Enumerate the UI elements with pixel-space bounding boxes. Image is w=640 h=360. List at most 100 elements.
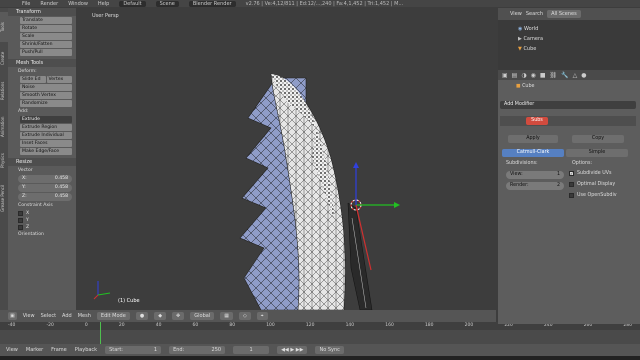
layers-tab-icon[interactable]: ▤ [512, 72, 518, 79]
menu-add[interactable]: Add [62, 313, 72, 319]
start-frame-value: 1 [153, 347, 158, 353]
data-tab-icon[interactable]: △ [573, 72, 578, 79]
transform-panel-header[interactable]: Transform [8, 8, 76, 16]
vector-x-axis: X: [22, 176, 27, 181]
render-levels-label: Render: [510, 183, 529, 188]
menu-view[interactable]: View [23, 313, 35, 319]
timeline-menu-view[interactable]: View [6, 347, 18, 353]
outliner-search-tab[interactable]: Search [526, 11, 543, 17]
tab-tools[interactable]: Tools [0, 12, 8, 42]
modifier-name-field[interactable]: Subs [526, 117, 548, 125]
outliner-scope-select[interactable]: All Scenes [547, 10, 581, 18]
editor-type-icon[interactable]: ▣ [8, 312, 17, 320]
modifiers-tab-icon[interactable]: 🔧 [561, 72, 568, 79]
vector-z-field[interactable]: Z: 0.458 [18, 193, 72, 201]
menu-render[interactable]: Render [40, 1, 58, 7]
tab-animation[interactable]: Animation [0, 110, 8, 144]
manipulator-toggle-icon[interactable]: ✥ [172, 312, 185, 320]
simple-button[interactable]: Simple [566, 149, 628, 157]
render-engine-select[interactable]: Blender Render [188, 0, 236, 7]
outliner-view-tab[interactable]: View [510, 11, 522, 17]
mesh-tools-panel-header[interactable]: Mesh Tools [8, 59, 76, 67]
select-mode-icon[interactable]: ◇ [238, 312, 251, 320]
catmull-clark-button[interactable]: Catmull-Clark [502, 149, 564, 157]
menu-select[interactable]: Select [41, 313, 56, 319]
start-frame-field[interactable]: Start: 1 [105, 346, 162, 354]
options-label: Options: [572, 161, 593, 166]
render-levels-field[interactable]: Render: 2 [506, 182, 564, 190]
tab-relations[interactable]: Relations [0, 74, 8, 108]
end-frame-field[interactable]: End: 250 [169, 346, 226, 354]
use-opensubdiv-checkbox[interactable]: Use OpenSubdiv [569, 193, 617, 198]
info-header: File Render Window Help Default Scene Bl… [0, 0, 640, 7]
outliner-item-camera[interactable]: ▶ Camera [518, 36, 543, 42]
inset-faces-button[interactable]: Inset Faces [20, 140, 72, 147]
play-controls-icon[interactable]: ◀◀ ▶ ▶▶ [277, 346, 308, 354]
3d-viewport[interactable] [76, 8, 496, 310]
tab-grease-pencil[interactable]: Grease Pencil [0, 178, 8, 218]
mode-select[interactable]: Edit Mode [96, 312, 130, 320]
tab-physics[interactable]: Physics [0, 146, 8, 176]
shrink-fatten-button[interactable]: Shrink/Fatten [20, 41, 72, 48]
copy-button[interactable]: Copy [572, 135, 624, 143]
sync-select[interactable]: No Sync [315, 346, 344, 354]
menu-mesh[interactable]: Mesh [78, 313, 91, 319]
scene-stats: v2.76 | Ve:4,12/811 | Ed:12/...,240 | Fa… [245, 0, 404, 7]
constraints-tab-icon[interactable]: ⛓ [550, 72, 558, 79]
subdivide-uvs-checkbox[interactable]: ✓ Subdivide UVs [569, 171, 612, 176]
resize-panel-header[interactable]: Resize [8, 158, 76, 166]
menu-file[interactable]: File [22, 1, 30, 7]
menu-window[interactable]: Window [68, 1, 88, 7]
apply-button[interactable]: Apply [508, 135, 558, 143]
rotate-button[interactable]: Rotate [20, 25, 72, 32]
extrude-individual-button[interactable]: Extrude Individual [20, 132, 72, 139]
scene-select[interactable]: Scene [155, 0, 179, 7]
make-edge-face-button[interactable]: Make Edge/Face [20, 148, 72, 155]
extrude-region-button[interactable]: Extrude Region [20, 124, 72, 131]
pivot-select-icon[interactable]: ◆ [154, 312, 167, 320]
add-modifier-select[interactable]: Add Modifier [500, 101, 636, 109]
timeline-menu-playback[interactable]: Playback [75, 347, 97, 353]
slide-edge-button[interactable]: Slide Ed [20, 76, 46, 83]
constraint-y-checkbox[interactable]: Y [18, 218, 76, 223]
translate-button[interactable]: Translate [20, 17, 72, 24]
timeline-header: View Marker Frame Playback Start: 1 End: 2… [0, 344, 640, 356]
outliner-header: View Search All Scenes [498, 8, 640, 20]
push-pull-button[interactable]: Push/Pull [20, 49, 72, 56]
tick-label: -40 [8, 323, 16, 328]
timeline[interactable]: -40 -20 0 20 40 60 80 100 120 140 160 18… [0, 322, 640, 344]
view-levels-field[interactable]: View: 1 [506, 171, 564, 179]
object-tab-icon[interactable]: ■ [540, 72, 546, 79]
menu-help[interactable]: Help [98, 1, 109, 7]
extrude-select[interactable]: Extrude [20, 116, 72, 123]
smooth-vertex-button[interactable]: Smooth Vertex [20, 92, 72, 99]
checkbox-box [18, 225, 23, 230]
outliner-item-cube-label: Cube [523, 46, 537, 52]
tab-create[interactable]: Create [0, 44, 8, 72]
screen-layout-select[interactable]: Default [119, 0, 146, 7]
current-frame-field[interactable]: 1 [233, 346, 270, 354]
noise-button[interactable]: Noise [20, 84, 72, 91]
object-name: Cube [522, 84, 535, 89]
scene-tab-icon[interactable]: ◑ [521, 72, 526, 79]
layers-icon[interactable]: ▦ [220, 312, 233, 320]
optimal-display-checkbox[interactable]: Optimal Display [569, 182, 615, 187]
randomize-button[interactable]: Randomize [20, 100, 72, 107]
material-tab-icon[interactable]: ● [581, 72, 586, 79]
constraint-z-checkbox[interactable]: Z [18, 225, 76, 230]
scale-button[interactable]: Scale [20, 33, 72, 40]
render-tab-icon[interactable]: ▣ [502, 72, 508, 79]
slide-vertex-button[interactable]: Vertex [46, 76, 72, 83]
timeline-menu-frame[interactable]: Frame [51, 347, 67, 353]
shading-select-icon[interactable]: ● [135, 312, 149, 320]
constraint-x-checkbox[interactable]: X [18, 211, 76, 216]
vector-x-field[interactable]: X: 0.458 [18, 175, 72, 183]
vector-y-field[interactable]: Y: 0.458 [18, 184, 72, 192]
current-frame-marker[interactable] [100, 322, 101, 344]
orientation-select[interactable]: Global [190, 312, 215, 320]
timeline-menu-marker[interactable]: Marker [26, 347, 43, 353]
world-tab-icon[interactable]: ◉ [531, 72, 536, 79]
outliner-item-cube[interactable]: ▼ Cube [518, 46, 536, 52]
outliner-item-world[interactable]: ◉ World [518, 26, 538, 32]
snap-icon[interactable]: ⌖ [256, 312, 268, 320]
